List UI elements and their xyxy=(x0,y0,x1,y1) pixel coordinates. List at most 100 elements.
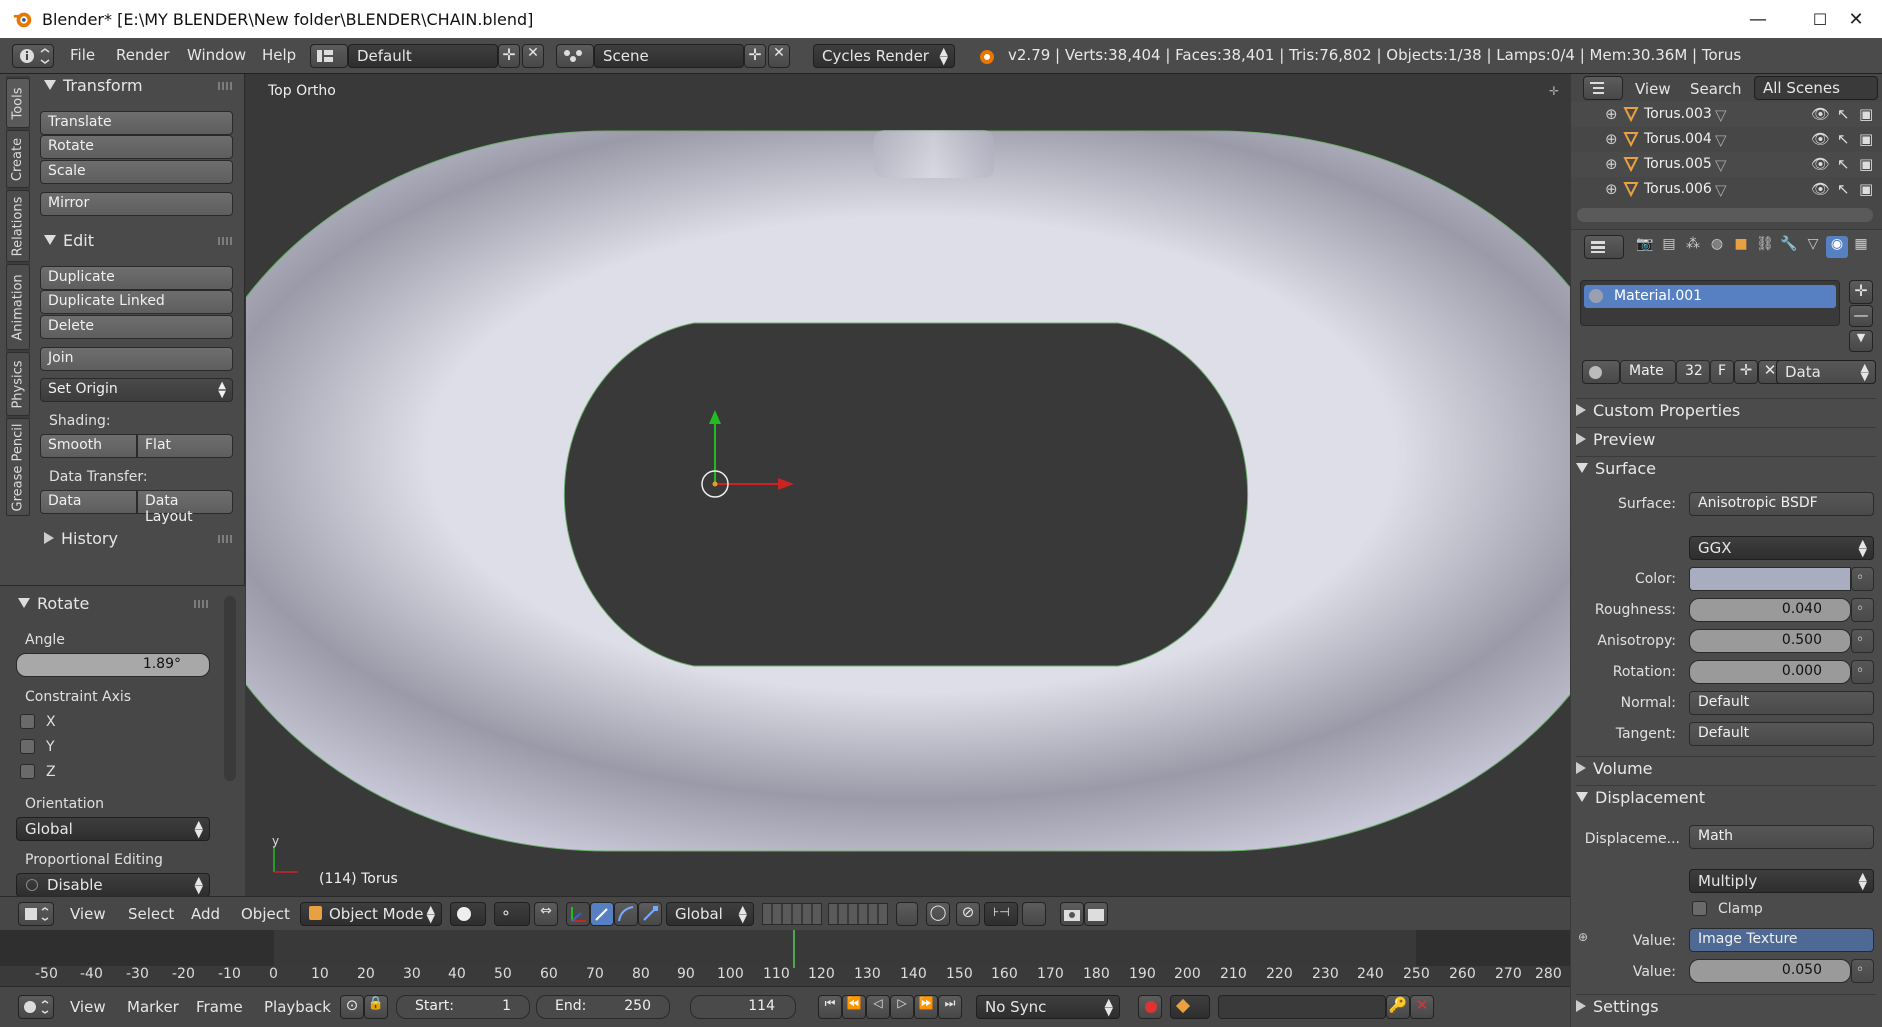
object-tab-icon[interactable]: ■ xyxy=(1730,236,1752,258)
keying-set-field[interactable] xyxy=(1218,995,1386,1019)
keying-icon[interactable] xyxy=(1170,995,1210,1019)
scene-icon[interactable] xyxy=(556,44,594,68)
material-specials-button[interactable]: ▼ xyxy=(1849,330,1873,352)
outliner-horizontal-scrollbar[interactable] xyxy=(1577,208,1873,222)
editor-type-outliner-button[interactable] xyxy=(1583,76,1623,100)
current-frame-indicator[interactable] xyxy=(793,930,795,968)
mode-select[interactable]: Object Mode ▲ ▼ xyxy=(300,902,442,926)
smooth-button[interactable]: Smooth xyxy=(40,434,137,458)
pivot-select[interactable]: ⚬ xyxy=(494,902,530,926)
volume-panel-header[interactable]: Volume xyxy=(1576,756,1876,784)
angle-field[interactable]: 1.89° xyxy=(16,653,210,677)
snap-toggle-icon[interactable]: ⊘ xyxy=(956,902,980,926)
screen-layout-icon[interactable] xyxy=(310,44,348,68)
mesh-data-icon[interactable]: ▽ xyxy=(1715,156,1727,174)
lock-icon[interactable]: 🔒 xyxy=(364,995,388,1019)
menu-help[interactable]: Help xyxy=(262,46,296,64)
menu-file[interactable]: File xyxy=(70,46,95,64)
new-material-button[interactable]: ✛ xyxy=(1734,360,1758,384)
outliner-row[interactable]: ⊕ Torus.005 ▽ 👁 ↖ ▣ xyxy=(1571,152,1882,177)
viewport-shading-select[interactable] xyxy=(450,902,486,926)
menu-select[interactable]: Select xyxy=(128,905,174,923)
jump-end-icon[interactable]: ⏭ xyxy=(938,995,962,1019)
record-icon[interactable] xyxy=(1138,995,1162,1019)
rotation-slider[interactable]: 0.000 xyxy=(1689,660,1851,684)
modifiers-tab-icon[interactable]: 🔧 xyxy=(1778,236,1800,258)
editor-type-properties-button[interactable] xyxy=(1584,235,1624,259)
jump-keyframe-forward-icon[interactable]: ⏩ xyxy=(914,995,938,1019)
outliner-row[interactable]: ⊕ Torus.003 ▽ 👁 ↖ ▣ xyxy=(1571,102,1882,127)
panel-grip-icon[interactable] xyxy=(218,237,234,245)
tab-physics[interactable]: Physics xyxy=(6,352,30,416)
screen-layout-select[interactable]: Default xyxy=(348,44,498,68)
add-scene-button[interactable]: ✛ xyxy=(744,44,766,68)
value2-slider[interactable]: 0.050 xyxy=(1689,959,1851,983)
jump-start-icon[interactable]: ⏮ xyxy=(818,995,842,1019)
mesh-data-icon[interactable]: ▽ xyxy=(1715,131,1727,149)
delete-screen-button[interactable]: ✕ xyxy=(522,44,544,68)
proportional-editing-select[interactable]: Disable ▲ ▼ xyxy=(16,873,210,897)
chain-link-torus-mesh[interactable] xyxy=(246,74,1570,896)
material-users-field[interactable]: 32 xyxy=(1676,360,1710,384)
menu-object[interactable]: Object xyxy=(241,905,290,923)
roughness-slider[interactable]: 0.040 xyxy=(1689,598,1851,622)
rotate-manipulator-icon[interactable] xyxy=(614,902,638,926)
data-transfer-button[interactable]: Data xyxy=(40,490,137,514)
material-slot-name[interactable]: Material.001 xyxy=(1614,288,1702,304)
rotation-socket-icon[interactable]: ◦ xyxy=(1851,660,1874,684)
value1-input-select[interactable]: Image Texture xyxy=(1689,928,1874,952)
material-tab-icon[interactable]: ◉ xyxy=(1826,236,1848,258)
add-material-slot-button[interactable]: ✛ xyxy=(1849,280,1873,304)
operator-scrollbar[interactable] xyxy=(224,596,236,781)
rotate-button[interactable]: Rotate xyxy=(40,135,233,159)
data-tab-icon[interactable]: ▽ xyxy=(1802,236,1824,258)
scale-manipulator-icon[interactable] xyxy=(638,902,662,926)
rotate-operator-header[interactable]: Rotate xyxy=(18,594,89,613)
expand-icon[interactable]: ⊕ xyxy=(1605,180,1618,198)
select-arrow-icon[interactable]: ↖ xyxy=(1837,105,1850,123)
duplicate-button[interactable]: Duplicate xyxy=(40,266,233,290)
end-frame-field[interactable]: End: 250 xyxy=(536,995,670,1019)
anisotropy-slider[interactable]: 0.500 xyxy=(1689,629,1851,653)
menu-frame[interactable]: Frame xyxy=(196,998,243,1016)
outliner-menu-view[interactable]: View xyxy=(1635,80,1671,98)
distribution-select[interactable]: GGX ▲ ▼ xyxy=(1689,536,1874,560)
sync-mode-select[interactable]: No Sync ▲ ▼ xyxy=(976,995,1120,1019)
outliner-item-label[interactable]: Torus.003 xyxy=(1644,106,1712,122)
custom-properties-panel-header[interactable]: Custom Properties xyxy=(1576,398,1876,426)
manipulator-toggle-icon[interactable]: ⇔ xyxy=(534,902,558,926)
render-engine-select[interactable]: Cycles Render ▲ ▼ xyxy=(813,44,955,68)
scene-layers-2-icon[interactable] xyxy=(828,903,888,925)
menu-window[interactable]: Window xyxy=(187,46,246,64)
world-tab-icon[interactable]: ◍ xyxy=(1706,236,1728,258)
tab-grease-pencil[interactable]: Grease Pencil xyxy=(6,418,30,516)
tab-animation[interactable]: Animation xyxy=(6,264,30,350)
outliner-item-label[interactable]: Torus.005 xyxy=(1644,156,1712,172)
color-socket-icon[interactable]: ◦ xyxy=(1851,567,1874,591)
roughness-socket-icon[interactable]: ◦ xyxy=(1851,598,1874,622)
displacement-panel-header[interactable]: Displacement xyxy=(1576,785,1876,813)
flat-button[interactable]: Flat xyxy=(137,434,233,458)
scene-select[interactable]: Scene xyxy=(594,44,744,68)
orientation-select[interactable]: Global ▲ ▼ xyxy=(16,817,210,841)
menu-playback[interactable]: Playback xyxy=(264,998,331,1016)
render-layers-tab-icon[interactable]: ▤ xyxy=(1658,236,1680,258)
render-camera-icon[interactable]: ▣ xyxy=(1859,105,1873,123)
menu-add[interactable]: Add xyxy=(191,905,220,923)
panel-grip-icon[interactable] xyxy=(218,82,234,90)
panel-grip-icon[interactable] xyxy=(194,600,210,608)
mirror-button[interactable]: Mirror xyxy=(40,192,233,216)
visibility-eye-icon[interactable]: 👁 xyxy=(1811,130,1830,148)
outliner-display-select[interactable]: All Scenes xyxy=(1754,76,1878,100)
material-name-field[interactable]: Mate xyxy=(1620,360,1676,384)
delete-scene-button[interactable]: ✕ xyxy=(768,44,790,68)
value2-socket-icon[interactable]: ◦ xyxy=(1851,959,1874,983)
snap-target-icon[interactable] xyxy=(1022,902,1046,926)
minimize-button[interactable]: — xyxy=(1732,0,1784,38)
join-button[interactable]: Join xyxy=(40,347,233,371)
add-screen-button[interactable]: ✛ xyxy=(498,44,520,68)
material-slot-row[interactable]: Material.001 xyxy=(1584,285,1836,308)
outliner-item-label[interactable]: Torus.006 xyxy=(1644,181,1712,197)
play-reverse-icon[interactable]: ◁ xyxy=(866,995,890,1019)
texture-tab-icon[interactable]: ▦ xyxy=(1850,236,1872,258)
